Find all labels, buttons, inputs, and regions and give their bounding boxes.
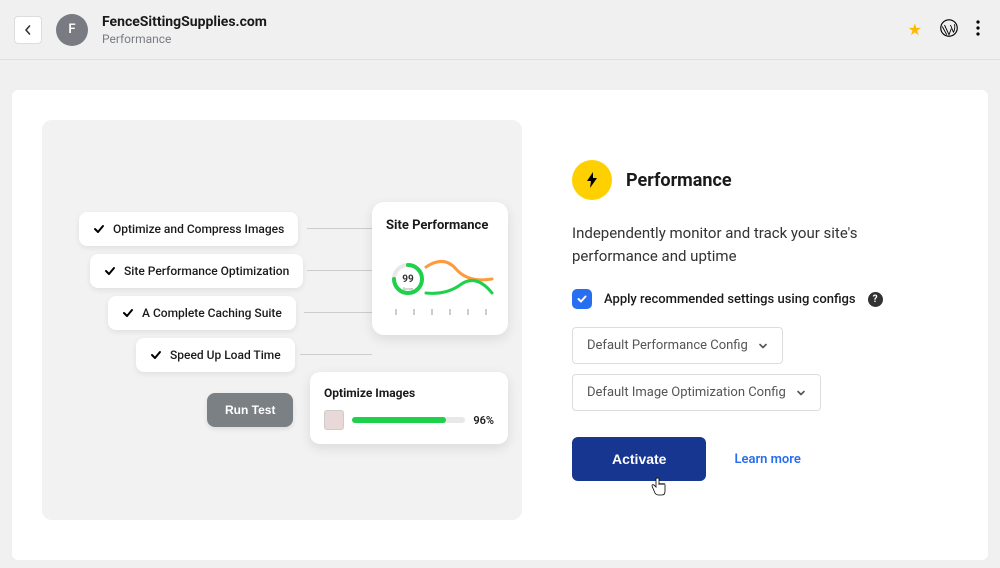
site-performance-card: Site Performance 99 Score	[372, 202, 508, 335]
illus-pill-label: A Complete Caching Suite	[142, 306, 282, 320]
more-icon[interactable]	[976, 20, 980, 40]
star-icon[interactable]: ★	[908, 20, 922, 39]
page-header: F FenceSittingSupplies.com Performance ★	[0, 0, 1000, 60]
site-info: FenceSittingSupplies.com Performance	[102, 14, 267, 46]
apply-checkbox[interactable]	[572, 289, 592, 309]
check-icon	[93, 223, 105, 235]
feature-content: Performance Independently monitor and tr…	[572, 120, 948, 520]
illus-pill-label: Site Performance Optimization	[124, 264, 289, 278]
illus-pill: Site Performance Optimization	[90, 254, 303, 288]
feature-title: Performance	[626, 170, 732, 191]
run-test-button[interactable]: Run Test	[207, 393, 293, 427]
progress-bar	[352, 417, 465, 423]
activate-button[interactable]: Activate	[572, 437, 706, 481]
performance-config-dropdown[interactable]: Default Performance Config	[572, 327, 783, 364]
check-icon	[576, 293, 588, 305]
check-icon	[122, 307, 134, 319]
illus-pill: Speed Up Load Time	[136, 338, 295, 372]
site-name: FenceSittingSupplies.com	[102, 14, 267, 30]
wordpress-icon[interactable]	[940, 19, 958, 41]
help-icon[interactable]: ?	[868, 292, 883, 307]
feature-card: Optimize and Compress Images Site Perfor…	[12, 90, 988, 560]
illustration-panel: Optimize and Compress Images Site Perfor…	[42, 120, 522, 520]
svg-text:99: 99	[402, 274, 414, 285]
progress-percent: 96%	[473, 414, 494, 427]
site-avatar: F	[56, 14, 88, 46]
perf-gauge-chart: 99 Score	[386, 249, 494, 319]
image-optimization-config-dropdown[interactable]: Default Image Optimization Config	[572, 374, 821, 411]
apply-label: Apply recommended settings using configs	[604, 292, 856, 307]
config-label: Default Performance Config	[587, 338, 748, 353]
connector-line	[307, 270, 373, 271]
check-icon	[104, 265, 116, 277]
illus-pill-label: Optimize and Compress Images	[113, 222, 284, 236]
connector-line	[304, 312, 372, 313]
chevron-left-icon	[23, 25, 33, 35]
illus-pill: A Complete Caching Suite	[108, 296, 296, 330]
apply-settings-row[interactable]: Apply recommended settings using configs…	[572, 289, 948, 309]
connector-line	[300, 354, 372, 355]
config-label: Default Image Optimization Config	[587, 385, 786, 400]
illus-pill: Optimize and Compress Images	[79, 212, 298, 246]
image-thumb	[324, 410, 344, 430]
section-label: Performance	[102, 32, 267, 46]
opt-card-title: Optimize Images	[324, 386, 494, 400]
connector-line	[307, 228, 373, 229]
back-button[interactable]	[14, 16, 42, 44]
lightning-icon	[572, 160, 612, 200]
check-icon	[150, 349, 162, 361]
svg-text:Score: Score	[403, 286, 413, 291]
feature-description: Independently monitor and track your sit…	[572, 222, 942, 267]
chevron-down-icon	[758, 341, 768, 351]
perf-card-title: Site Performance	[386, 218, 494, 233]
illus-pill-label: Speed Up Load Time	[170, 348, 281, 362]
learn-more-link[interactable]: Learn more	[734, 452, 800, 467]
chevron-down-icon	[796, 388, 806, 398]
optimize-images-card: Optimize Images 96%	[310, 372, 508, 444]
